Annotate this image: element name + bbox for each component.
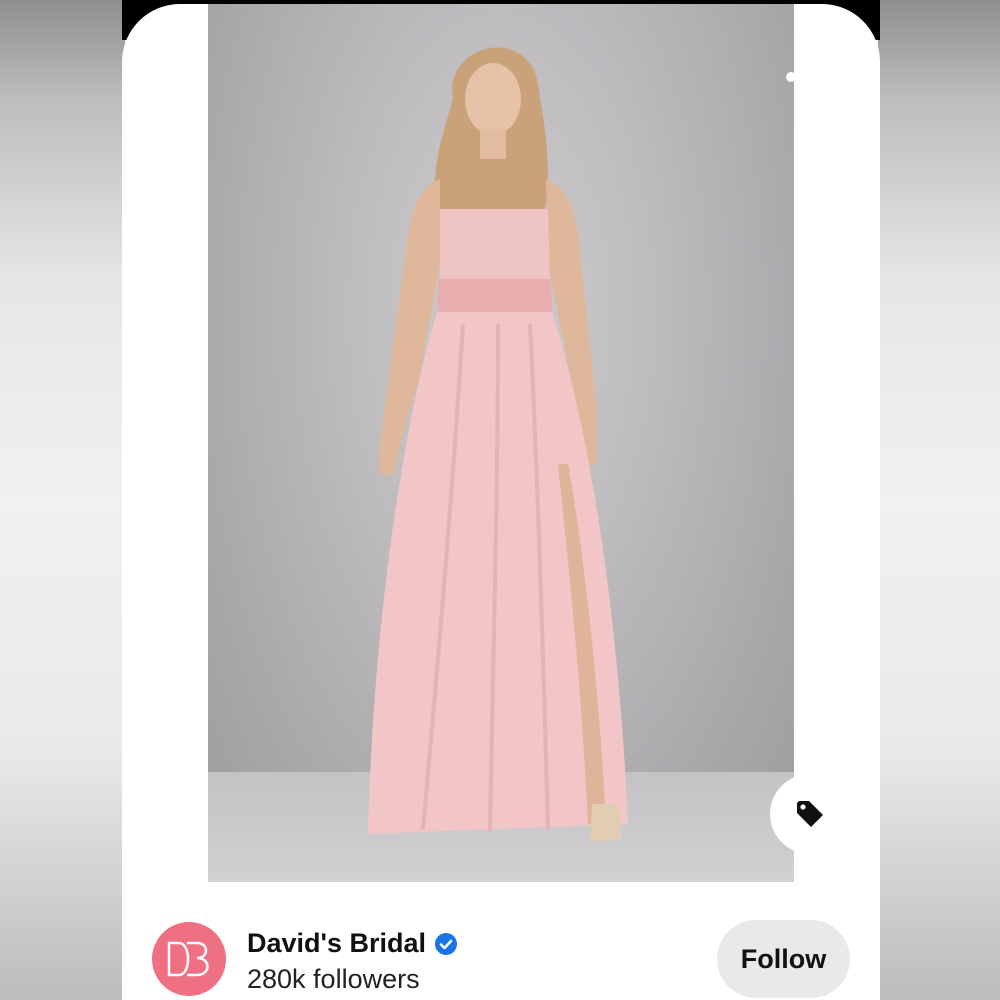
shop-tag-button[interactable] — [770, 774, 850, 854]
background-left — [0, 0, 125, 1000]
follow-button[interactable]: Follow — [717, 920, 850, 998]
back-button[interactable] — [162, 48, 202, 88]
creator-name[interactable]: David's Bridal — [247, 928, 458, 959]
creator-name-text: David's Bridal — [247, 928, 426, 958]
background-right — [878, 0, 1000, 1000]
follower-count: 280k followers — [247, 964, 420, 994]
more-dots-icon — [786, 72, 824, 82]
model-figure — [368, 47, 628, 842]
pin-card: David's Bridal 280k followers Follow — [122, 4, 880, 1000]
chevron-left-icon — [173, 52, 191, 84]
price-tag-icon — [797, 801, 823, 827]
verified-badge-icon — [434, 932, 457, 955]
pin-image[interactable] — [208, 4, 794, 882]
more-options-button[interactable] — [782, 62, 828, 92]
db-monogram-logo — [167, 941, 209, 977]
creator-avatar[interactable] — [152, 922, 226, 996]
creator-bar: David's Bridal 280k followers Follow — [122, 894, 880, 1000]
